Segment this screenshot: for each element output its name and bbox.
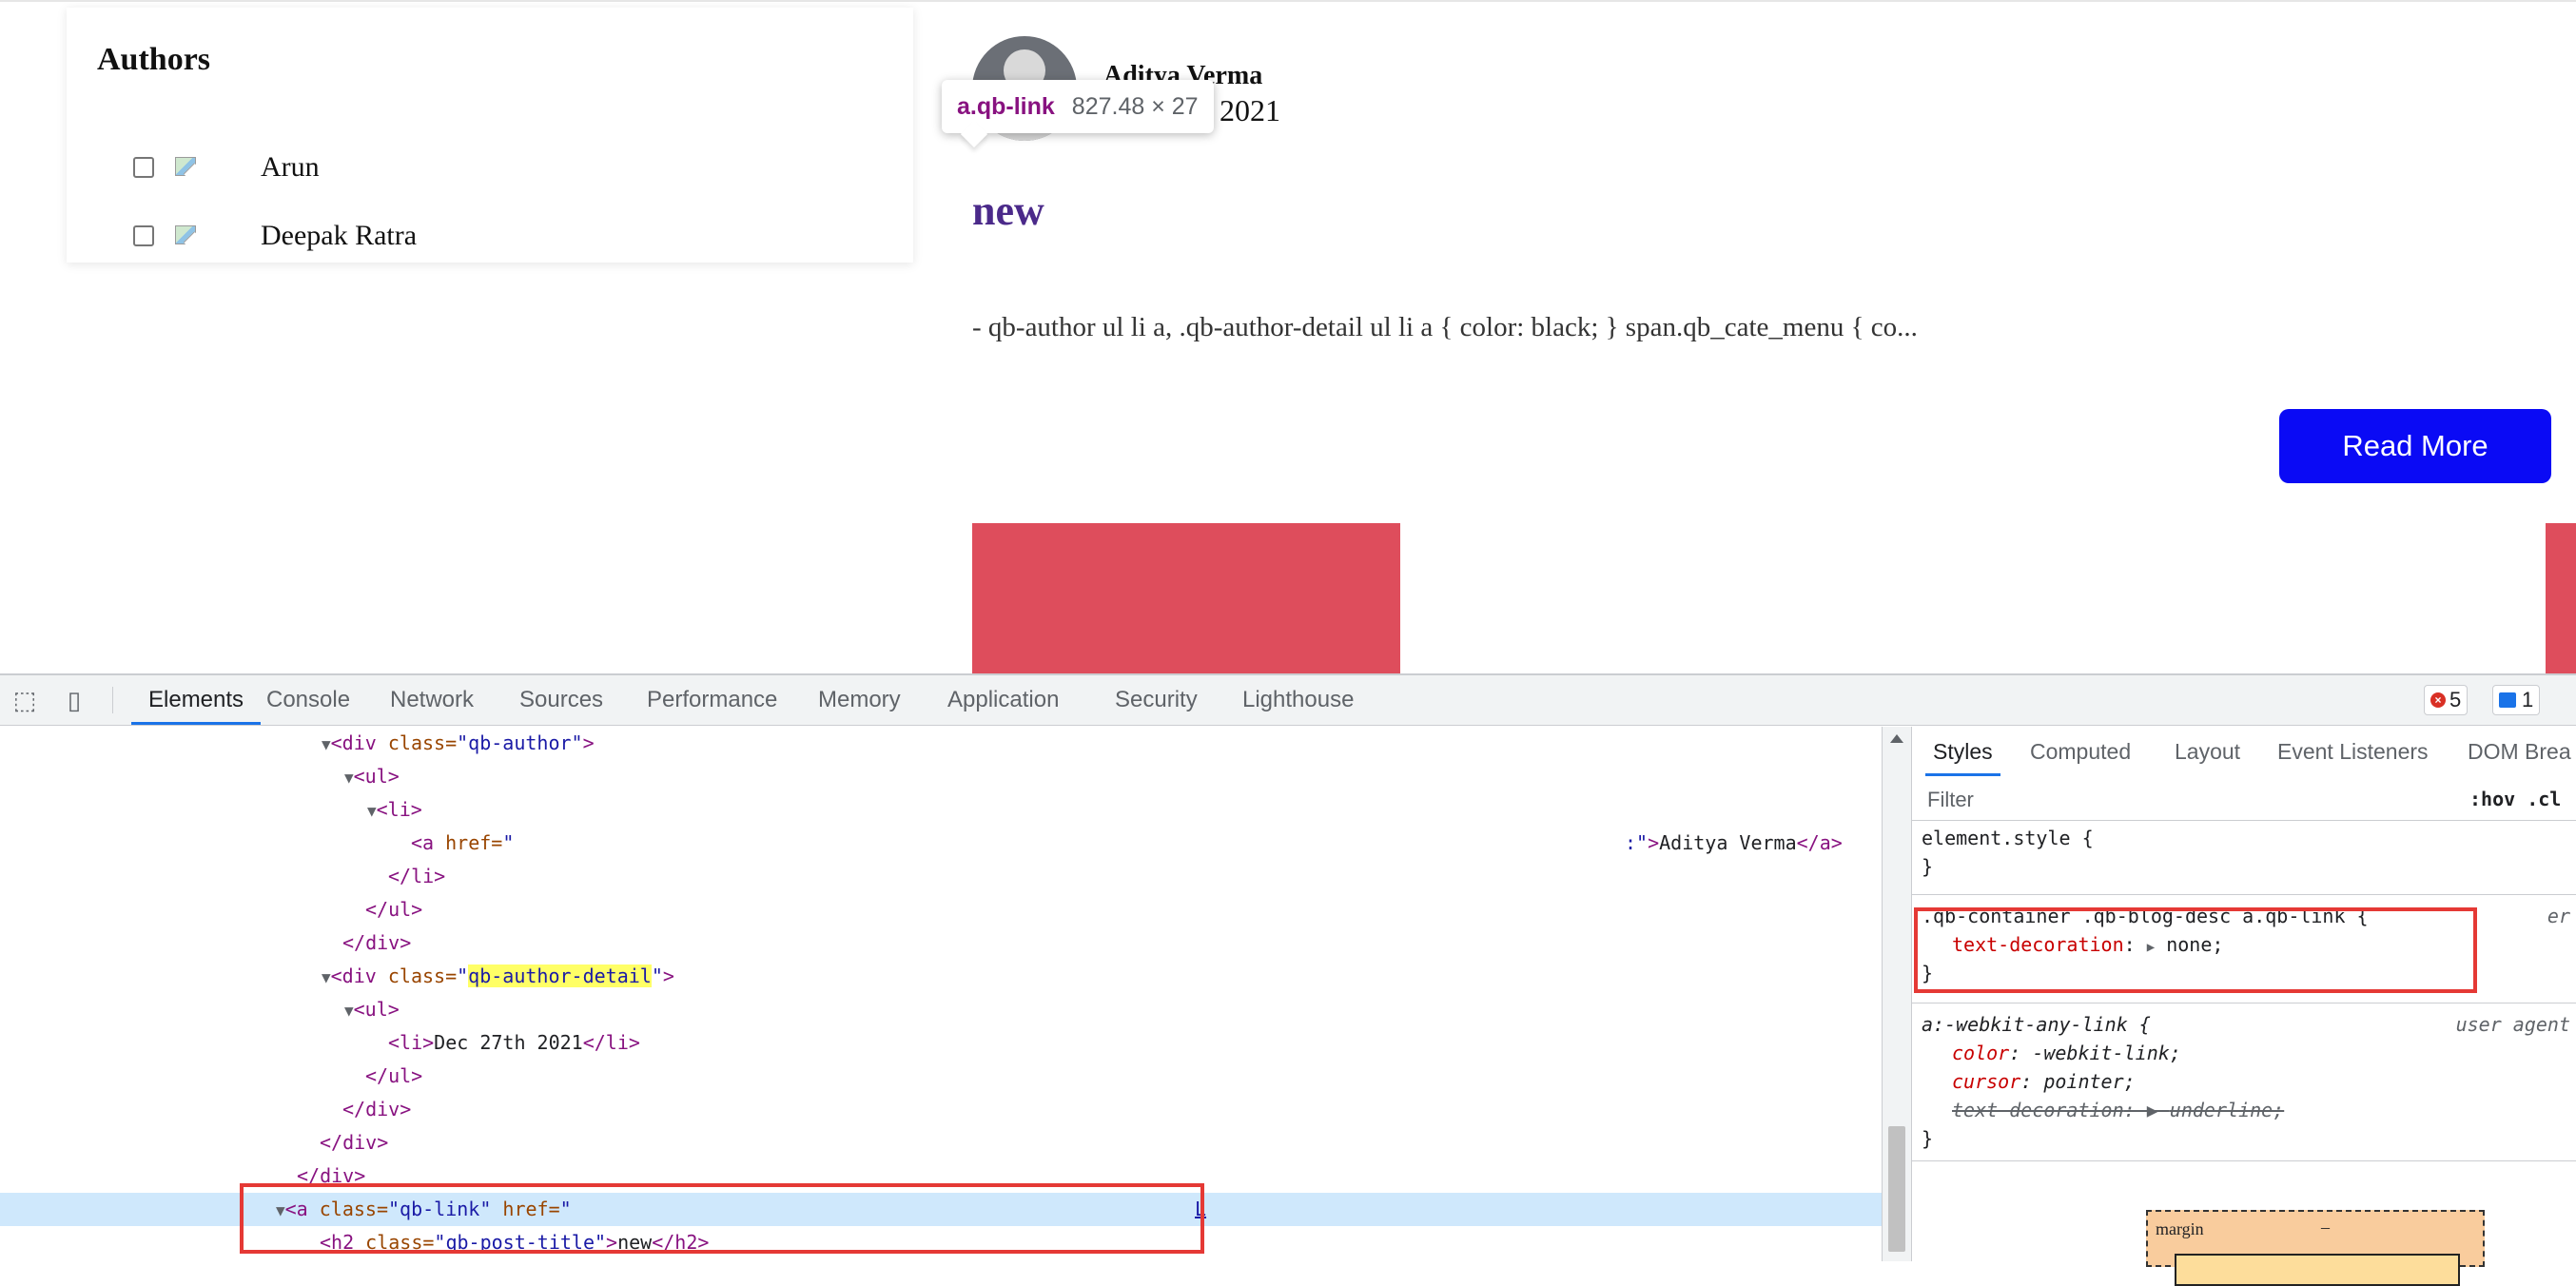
styles-tab-bar: Styles Computed Layout Event Listeners D… [1912, 727, 2576, 777]
dom-node[interactable]: <li>Dec 27th 2021</li> [0, 1026, 1882, 1060]
tab-styles[interactable]: Styles [1925, 727, 2000, 776]
tab-performance[interactable]: Performance [647, 675, 777, 725]
dom-node[interactable]: ▼<div class="qb-author-detail"> [0, 960, 1882, 993]
elements-tree[interactable]: ▼<div class="qb-author"> ▼<ul> ▼<li> <a … [0, 727, 1882, 1261]
highlight-annotation-box [1914, 907, 2477, 993]
scroll-up-icon[interactable] [1890, 734, 1903, 743]
dom-node[interactable]: </div> [0, 1126, 1882, 1159]
dom-node[interactable]: ▼<li> [0, 793, 1882, 827]
styles-filter-bar: Filter :hov .cl [1912, 776, 2576, 821]
expand-triangle-icon[interactable]: ▼ [344, 769, 354, 787]
message-icon [2499, 692, 2516, 708]
dom-node[interactable]: </ul> [0, 1060, 1882, 1093]
search-match-highlight: qb-author-detail [468, 964, 652, 987]
tab-lighthouse[interactable]: Lighthouse [1242, 675, 1354, 725]
tab-console[interactable]: Console [266, 675, 350, 725]
author-filter-item[interactable]: Deepak Ratra [133, 217, 417, 255]
authors-heading: Authors [97, 42, 211, 77]
author-checkbox[interactable] [133, 157, 154, 178]
scrollbar-thumb[interactable] [1888, 1126, 1905, 1252]
styles-pane: Styles Computed Layout Event Listeners D… [1912, 727, 2576, 1261]
broken-image-icon [173, 153, 206, 185]
styles-filter-input[interactable]: Filter [1927, 788, 1974, 812]
post-thumbnail[interactable] [972, 523, 1400, 675]
dom-node[interactable]: </li> [0, 860, 1882, 893]
post-date: 2021 [1220, 93, 1280, 127]
stylesheet-source-link[interactable]: er [2547, 902, 2570, 930]
dom-node[interactable]: </div> [0, 926, 1882, 960]
expand-triangle-icon[interactable]: ▼ [322, 735, 331, 753]
highlight-annotation-box [240, 1183, 1204, 1254]
errors-badge[interactable]: × 5 [2424, 685, 2469, 715]
errors-count: 5 [2449, 688, 2462, 711]
box-model-margin-label: margin [2156, 1219, 2204, 1238]
dom-node[interactable]: ▼<ul> [0, 760, 1882, 793]
tab-sources[interactable]: Sources [519, 675, 603, 725]
author-name: Deepak Ratra [261, 220, 418, 251]
dom-node[interactable]: ▼<div class="qb-author"> [0, 727, 1882, 760]
tab-elements[interactable]: Elements [131, 675, 262, 725]
tab-event-listeners[interactable]: Event Listeners [2277, 727, 2429, 776]
tooltip-selector: a.qb-link [957, 92, 1055, 120]
tab-dom-breakpoints[interactable]: DOM Brea [2468, 727, 2571, 776]
device-toolbar-icon[interactable]: ▯ [59, 685, 89, 715]
dom-node[interactable]: ▼<ul> [0, 993, 1882, 1026]
elements-scrollbar[interactable] [1882, 727, 1912, 1261]
dom-node[interactable]: <a href=":">Aditya Verma</a> [0, 827, 1882, 860]
tab-layout[interactable]: Layout [2175, 727, 2240, 776]
tab-security[interactable]: Security [1115, 675, 1198, 725]
post-excerpt: - qb-author ul li a, .qb-author-detail u… [972, 312, 1918, 342]
user-agent-source: user agent [2455, 1013, 2570, 1036]
inspect-tooltip: a.qb-link 827.48 × 27 [942, 80, 1214, 148]
element-style-rule[interactable]: element.style { } [1912, 824, 2576, 890]
box-model-diagram[interactable]: margin – [2146, 1210, 2485, 1286]
expand-triangle-icon[interactable]: ▼ [367, 802, 377, 820]
dom-node[interactable]: </div> [0, 1093, 1882, 1126]
expand-triangle-icon[interactable]: ▼ [322, 968, 331, 986]
expand-triangle-icon[interactable]: ▼ [344, 1002, 354, 1020]
author-checkbox[interactable] [133, 225, 154, 246]
author-filter-item[interactable]: Arun [133, 148, 320, 186]
author-name: Arun [261, 151, 320, 183]
hov-cls-toggles[interactable]: :hov .cl [2469, 788, 2561, 810]
messages-count: 1 [2522, 688, 2534, 711]
box-model-border [2175, 1254, 2460, 1286]
post-thumbnail-partial[interactable] [2546, 523, 2576, 675]
authors-filter-card: Authors Arun Deepak Ratra [67, 8, 913, 263]
tooltip-dimensions: 827.48 × 27 [1071, 92, 1199, 120]
error-icon: × [2430, 692, 2446, 708]
devtools-tab-bar: ⬚ ▯ Elements Console Network Sources Per… [0, 675, 2576, 726]
dom-node[interactable]: </ul> [0, 893, 1882, 926]
broken-image-icon [173, 222, 206, 254]
tab-network[interactable]: Network [390, 675, 474, 725]
user-agent-css-rule[interactable]: a:-webkit-any-link { user agent color: -… [1912, 1010, 2576, 1153]
box-model-margin-value[interactable]: – [2321, 1218, 2330, 1237]
read-more-button[interactable]: Read More [2279, 409, 2551, 483]
tab-application[interactable]: Application [947, 675, 1059, 725]
inspect-element-icon[interactable]: ⬚ [10, 685, 40, 715]
post-title-link[interactable]: new [972, 186, 1044, 235]
toolbar-divider [112, 687, 113, 713]
page-top-border [0, 0, 2576, 2]
tab-computed[interactable]: Computed [2030, 727, 2131, 776]
tab-memory[interactable]: Memory [818, 675, 901, 725]
messages-badge[interactable]: 1 [2492, 685, 2541, 715]
